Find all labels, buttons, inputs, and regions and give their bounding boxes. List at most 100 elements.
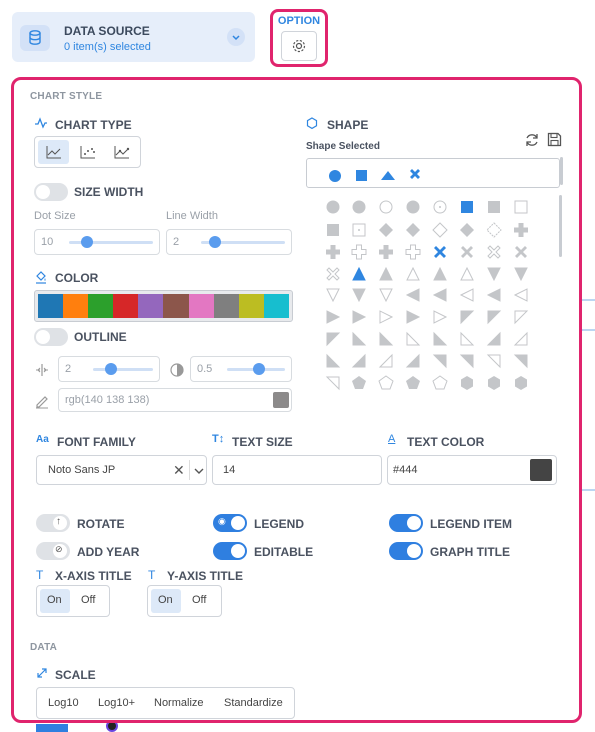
shape-option[interactable] [379,200,393,214]
chart-type-line-button[interactable] [38,140,69,164]
text-color-swatch[interactable] [530,459,552,481]
shape-option[interactable] [325,376,340,391]
shape-option[interactable] [514,200,528,214]
chart-type-line-scatter-button[interactable] [106,140,137,164]
scale-standardize-button[interactable]: Standardize [224,697,283,709]
font-family-select[interactable]: Noto Sans JP ✕ [36,455,207,485]
line-width-thumb[interactable] [209,236,221,248]
y-axis-on-button[interactable]: On [151,589,181,613]
shape-option[interactable] [406,266,420,281]
outline-opacity-slider-field[interactable]: 0.5 [190,356,292,382]
shape-option[interactable] [434,246,446,258]
size-width-toggle[interactable] [34,183,68,201]
text-size-input[interactable]: 14 [212,455,382,485]
shape-option[interactable] [352,266,366,281]
color-swatch[interactable] [88,294,114,318]
shape-option[interactable] [379,245,393,259]
shape-option[interactable] [326,288,340,303]
shape-option[interactable] [487,310,502,325]
graph-title-toggle[interactable] [389,542,423,560]
dot-size-thumb[interactable] [81,236,93,248]
x-axis-on-button[interactable]: On [40,589,70,613]
shape-option[interactable] [352,310,367,324]
shape-option[interactable] [326,353,341,368]
outline-color-field[interactable]: rgb(140 138 138) [58,388,292,412]
shape-option[interactable] [326,310,341,324]
option-button[interactable] [281,31,317,61]
shape-option[interactable] [514,310,529,325]
shape-option[interactable] [461,201,473,213]
editable-toggle[interactable] [213,542,247,560]
chevron-down-icon[interactable] [193,465,205,477]
selected-shape-square[interactable] [356,170,367,181]
shape-option[interactable] [432,222,448,238]
shape-option[interactable] [515,246,527,258]
shape-option[interactable] [460,310,475,325]
color-swatch[interactable] [113,294,139,318]
x-axis-off-button[interactable]: Off [81,594,95,606]
shape-option[interactable] [406,223,420,237]
dot-size-slider-field[interactable]: 10 [34,229,160,255]
shape-option[interactable] [352,288,366,303]
shape-option[interactable] [433,200,447,214]
color-swatch[interactable] [38,294,64,318]
color-swatch[interactable] [263,294,289,318]
shape-option[interactable] [461,376,473,390]
shape-option[interactable] [351,353,366,368]
shape-option[interactable] [460,223,474,237]
shape-option[interactable] [379,266,393,281]
color-swatch[interactable] [238,294,264,318]
shape-palette-scrollbar[interactable] [559,195,562,257]
color-swatch[interactable] [163,294,189,318]
selected-shape-triangle[interactable] [381,171,395,180]
data-source-selector[interactable]: DATA SOURCE 0 item(s) selected [12,12,255,62]
y-axis-off-button[interactable]: Off [192,594,206,606]
color-swatch[interactable] [63,294,89,318]
chart-type-scatter-button[interactable] [72,140,103,164]
shape-option[interactable] [379,223,393,237]
chevron-down-icon[interactable] [227,28,245,46]
outline-color-swatch[interactable] [273,392,289,408]
shape-option[interactable] [486,222,502,238]
outline-width-slider-field[interactable]: 2 [58,356,160,382]
color-swatch[interactable] [213,294,239,318]
add-year-toggle[interactable]: ⊘ [36,542,70,560]
shape-option[interactable] [514,223,528,237]
shape-option[interactable] [486,288,501,302]
scale-log10plus-button[interactable]: Log10+ [98,697,135,709]
color-swatch[interactable] [138,294,164,318]
shape-option[interactable] [513,288,528,302]
shape-option[interactable] [432,354,447,369]
shape-option[interactable] [433,331,448,346]
outline-width-thumb[interactable] [105,363,117,375]
shape-option[interactable] [352,331,367,346]
shape-option[interactable] [351,244,367,260]
legend-item-toggle[interactable] [389,514,423,532]
shape-option[interactable] [432,375,448,390]
shape-option[interactable] [406,310,421,324]
shape-option[interactable] [514,267,528,282]
shape-palette[interactable] [306,195,560,397]
line-width-slider-field[interactable]: 2 [166,229,292,255]
shape-option[interactable] [459,288,474,302]
shape-option[interactable] [327,224,339,236]
shape-option[interactable] [379,331,394,346]
shape-option[interactable] [488,376,500,390]
shape-option[interactable] [326,267,340,281]
shape-option[interactable] [405,353,420,368]
shape-option[interactable] [406,376,420,389]
clear-icon[interactable]: ✕ [173,462,185,479]
shape-option[interactable] [352,200,366,214]
shape-option[interactable] [433,266,447,281]
shape-option[interactable] [487,267,501,282]
scale-normalize-button[interactable]: Normalize [154,697,204,709]
selected-shapes-box[interactable] [306,157,563,188]
shape-option[interactable] [406,331,421,346]
rotate-toggle[interactable]: ↑ [36,514,70,532]
legend-toggle[interactable]: ◉ [213,514,247,532]
shape-option[interactable] [488,201,500,213]
save-icon[interactable] [547,132,562,150]
shape-option[interactable] [378,375,394,390]
selected-shapes-scrollbar[interactable] [560,157,563,185]
shape-option[interactable] [379,288,393,303]
